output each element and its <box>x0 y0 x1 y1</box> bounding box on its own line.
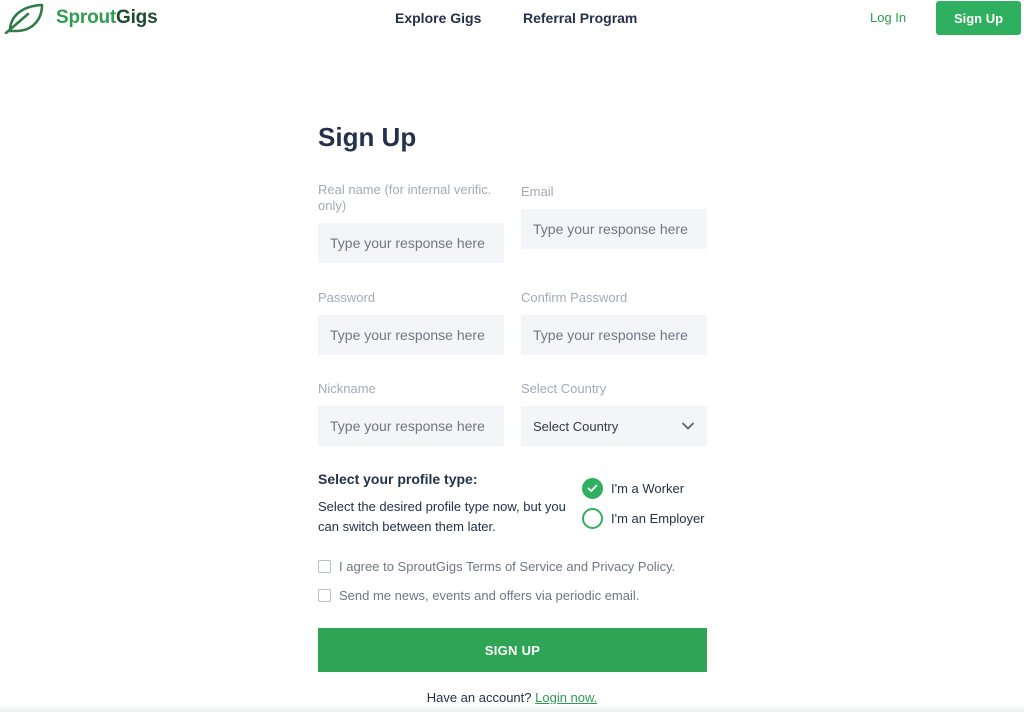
profile-type-description: Select the desired profile type now, but… <box>318 499 566 534</box>
brand-name: SproutGigs <box>56 7 158 29</box>
password-label: Password <box>318 290 376 305</box>
login-prompt-text: Have an account? <box>426 690 532 705</box>
country-label: Select Country <box>521 381 607 396</box>
country-select-value: Select Country <box>533 418 619 434</box>
chevron-down-icon <box>682 422 694 430</box>
newsletter-checkbox[interactable] <box>318 589 331 602</box>
signup-submit-button[interactable]: SIGN UP <box>318 628 707 672</box>
page-title: Sign Up <box>318 122 417 152</box>
radio-worker[interactable]: I'm a Worker <box>582 478 684 499</box>
confirm-password-input[interactable] <box>521 315 707 355</box>
radio-employer-label: I'm an Employer <box>611 511 705 526</box>
nickname-input[interactable] <box>318 406 504 446</box>
login-now-link[interactable]: Login now. <box>535 690 597 705</box>
real-name-input[interactable] <box>318 223 504 263</box>
bottom-divider <box>0 704 1024 712</box>
terms-checkbox-label: I agree to SproutGigs Terms of Service a… <box>339 559 676 574</box>
radio-worker-label: I'm a Worker <box>611 481 685 496</box>
brand-name-part2: Gigs <box>116 7 158 28</box>
brand-name-part1: Sprout <box>56 7 117 28</box>
profile-type-title: Select your profile type: <box>318 471 478 487</box>
leaf-logo-icon <box>4 3 44 34</box>
terms-checkbox-row[interactable]: I agree to SproutGigs Terms of Service a… <box>318 559 675 574</box>
login-prompt: Have an account? Login now. <box>0 690 1024 705</box>
email-input[interactable] <box>521 209 707 249</box>
newsletter-checkbox-row[interactable]: Send me news, events and offers via peri… <box>318 588 639 603</box>
country-select[interactable]: Select Country <box>521 406 707 446</box>
nav-explore-gigs[interactable]: Explore Gigs <box>395 10 481 26</box>
checkmark-icon <box>587 484 598 492</box>
radio-worker-indicator[interactable] <box>582 478 603 499</box>
terms-checkbox[interactable] <box>318 560 331 573</box>
password-input[interactable] <box>318 315 504 355</box>
nav-referral-program[interactable]: Referral Program <box>523 10 637 26</box>
login-link[interactable]: Log In <box>870 10 906 25</box>
email-label: Email <box>521 184 554 199</box>
newsletter-checkbox-label: Send me news, events and offers via peri… <box>339 588 640 603</box>
real-name-label: Real name (for internal verific. only) <box>318 182 492 213</box>
confirm-password-label: Confirm Password <box>521 290 628 305</box>
brand-logo[interactable]: SproutGigs <box>4 2 158 34</box>
top-navbar: SproutGigs Explore Gigs Referral Program… <box>0 0 1024 36</box>
nickname-label: Nickname <box>318 381 376 396</box>
header-signup-button[interactable]: Sign Up <box>936 1 1021 35</box>
radio-employer-indicator[interactable] <box>582 508 603 529</box>
radio-employer[interactable]: I'm an Employer <box>582 508 705 529</box>
